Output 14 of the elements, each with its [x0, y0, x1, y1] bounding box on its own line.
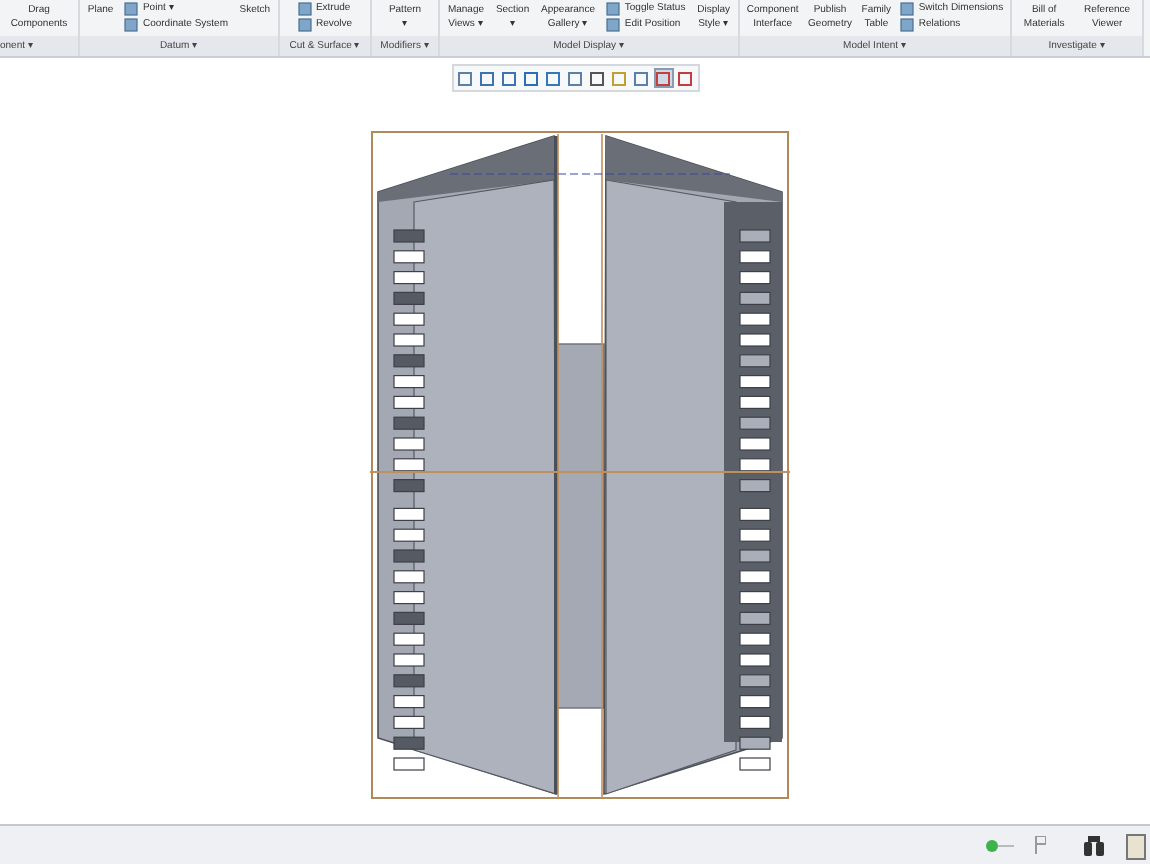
view-tool-button[interactable]	[587, 68, 607, 88]
binoculars-icon[interactable]	[1082, 835, 1106, 855]
view-tool-button[interactable]	[477, 68, 497, 88]
view-tool-button[interactable]	[543, 68, 563, 88]
view-tool-button[interactable]	[499, 68, 519, 88]
clipboard-icon[interactable]	[1126, 831, 1146, 859]
view-tool-button[interactable]	[631, 68, 651, 88]
status-light-icon	[986, 839, 1014, 851]
view-tool-button[interactable]	[653, 68, 673, 88]
view-tool-button[interactable]	[565, 68, 585, 88]
view-tool-button[interactable]	[521, 68, 541, 88]
flag-icon[interactable]	[1034, 836, 1046, 854]
view-tool-button[interactable]	[675, 68, 695, 88]
view-tool-button[interactable]	[455, 68, 475, 88]
